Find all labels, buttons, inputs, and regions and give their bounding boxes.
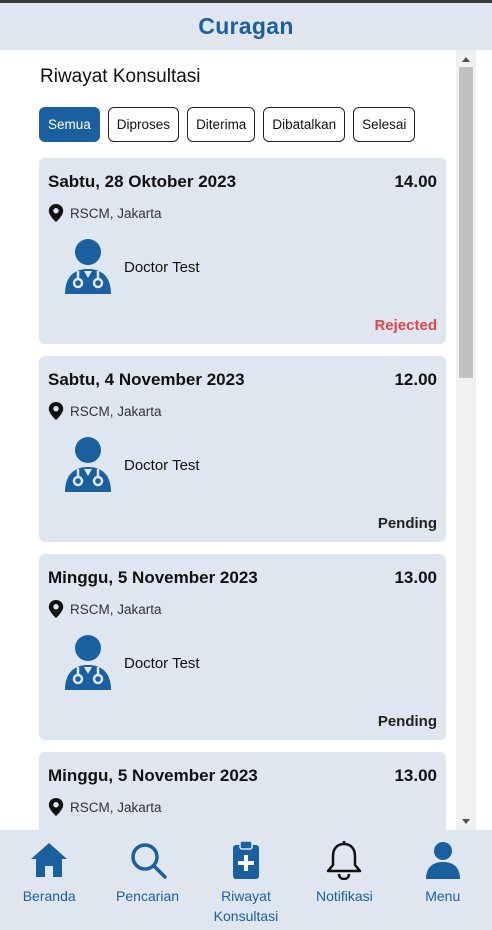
- status-badge: Pending: [377, 515, 437, 532]
- appointment-card[interactable]: Minggu, 5 November 2023 13.00 RSCM, Jaka…: [39, 554, 446, 740]
- nav-label: Riwayat Konsultasi: [213, 888, 279, 924]
- nav-label: Menu: [425, 888, 461, 904]
- nav-pencarian[interactable]: Pencarian: [103, 830, 193, 930]
- nav-label: Beranda: [22, 888, 76, 904]
- status-badge: Pending: [377, 713, 437, 730]
- scrollbar-thumb[interactable]: [459, 67, 473, 378]
- nav-riwayat-konsultasi[interactable]: Riwayat Konsultasi: [201, 830, 291, 930]
- scroll-up-arrow-icon[interactable]: [462, 57, 470, 62]
- location-pin-icon: [48, 798, 64, 816]
- nav-label: Notifikasi: [315, 888, 373, 904]
- user-icon: [425, 842, 460, 879]
- location-pin-icon: [48, 204, 64, 222]
- bottom-navigation: Beranda Pencarian Riwayat Konsultasi Not…: [0, 830, 492, 930]
- status-filter-bar: Semua Diproses Diterima Dibatalkan Seles…: [39, 107, 416, 142]
- app-header: Curagan: [0, 3, 492, 50]
- appointment-card[interactable]: Sabtu, 4 November 2023 12.00 RSCM, Jakar…: [39, 356, 446, 542]
- appointment-location: RSCM, Jakarta: [48, 600, 162, 618]
- appointment-date: Sabtu, 28 Oktober 2023: [48, 172, 237, 191]
- bell-icon: [327, 841, 362, 880]
- location-text: RSCM, Jakarta: [70, 205, 162, 221]
- nav-beranda[interactable]: Beranda: [4, 830, 94, 930]
- search-icon: [130, 843, 167, 879]
- location-pin-icon: [48, 600, 64, 618]
- appointment-date: Minggu, 5 November 2023: [48, 766, 258, 785]
- home-icon: [31, 843, 68, 877]
- status-badge: Rejected: [374, 317, 437, 334]
- page-title: Riwayat Konsultasi: [40, 66, 201, 87]
- location-pin-icon: [48, 402, 64, 420]
- filter-diterima[interactable]: Diterima: [187, 107, 256, 142]
- doctor-name: Doctor Test: [124, 457, 200, 474]
- nav-menu[interactable]: Menu: [398, 830, 488, 930]
- appointment-date: Minggu, 5 November 2023: [48, 568, 258, 587]
- location-text: RSCM, Jakarta: [70, 799, 162, 815]
- doctor-icon: [65, 437, 111, 492]
- appointment-time: 13.00: [394, 568, 437, 587]
- filter-selesai[interactable]: Selesai: [353, 107, 416, 142]
- main-content[interactable]: Riwayat Konsultasi Semua Diproses Diteri…: [0, 50, 456, 830]
- appointment-time: 12.00: [394, 370, 437, 389]
- location-text: RSCM, Jakarta: [70, 601, 162, 617]
- appointment-date: Sabtu, 4 November 2023: [48, 370, 245, 389]
- doctor-name: Doctor Test: [124, 655, 200, 672]
- appointment-time: 13.00: [394, 766, 437, 785]
- appointment-location: RSCM, Jakarta: [48, 798, 162, 816]
- doctor-name: Doctor Test: [124, 259, 200, 276]
- scroll-down-arrow-icon[interactable]: [462, 819, 470, 824]
- filter-semua[interactable]: Semua: [39, 107, 100, 142]
- filter-diproses[interactable]: Diproses: [107, 107, 180, 142]
- location-text: RSCM, Jakarta: [70, 403, 162, 419]
- scrollbar[interactable]: [456, 50, 476, 830]
- nav-notifikasi[interactable]: Notifikasi: [299, 830, 389, 930]
- clipboard-medical-icon: [232, 840, 259, 879]
- appointment-time: 14.00: [394, 172, 437, 191]
- nav-label: Pencarian: [116, 888, 180, 904]
- doctor-icon: [65, 635, 111, 690]
- appointment-location: RSCM, Jakarta: [48, 402, 162, 420]
- appointment-card[interactable]: Sabtu, 28 Oktober 2023 14.00 RSCM, Jakar…: [39, 158, 446, 344]
- appointment-card[interactable]: Minggu, 5 November 2023 13.00 RSCM, Jaka…: [39, 752, 446, 830]
- app-title: Curagan: [198, 13, 294, 39]
- doctor-icon: [65, 239, 111, 294]
- appointment-location: RSCM, Jakarta: [48, 204, 162, 222]
- filter-dibatalkan[interactable]: Dibatalkan: [263, 107, 346, 142]
